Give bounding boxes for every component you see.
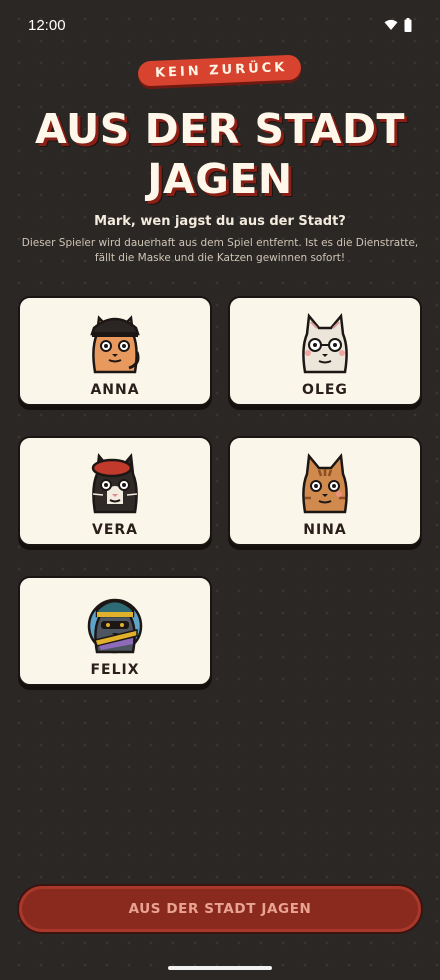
- status-time: 12:00: [28, 16, 66, 34]
- player-card-nina[interactable]: NINA: [228, 436, 422, 546]
- status-bar: 12:00: [0, 0, 440, 50]
- player-card-felix[interactable]: FELIX: [18, 576, 212, 686]
- player-name: OLEG: [302, 382, 348, 398]
- cat-grey-beanie-icon: [87, 598, 143, 654]
- prompt-question: Mark, wen jagst du aus der Stadt?: [94, 214, 346, 229]
- wifi-icon: [384, 19, 398, 30]
- cat-black-beret-icon: [91, 452, 138, 514]
- badge-wrap: KEIN ZURÜCK: [0, 54, 440, 87]
- cat-black-cap-icon: [90, 315, 140, 374]
- cat-tabby-icon: [302, 452, 348, 514]
- player-name: ANNA: [90, 382, 140, 398]
- status-icons: [384, 18, 412, 32]
- player-card-anna[interactable]: ANNA: [18, 296, 212, 406]
- player-name: VERA: [91, 522, 138, 538]
- no-return-badge: KEIN ZURÜCK: [137, 54, 303, 87]
- player-name: NINA: [303, 522, 347, 538]
- home-indicator[interactable]: [168, 966, 272, 970]
- player-name: FELIX: [90, 662, 140, 678]
- player-card-oleg[interactable]: OLEG: [228, 296, 422, 406]
- battery-icon: [404, 18, 412, 32]
- player-card-vera[interactable]: VERA: [18, 436, 212, 546]
- page-title: AUS DER STADT JAGEN: [0, 104, 440, 204]
- banish-button[interactable]: AUS DER STADT JAGEN: [17, 884, 423, 934]
- title-line-2: JAGEN: [147, 155, 293, 203]
- player-grid: ANNA OLEG VERA NINA FELIX: [18, 296, 422, 686]
- prompt-description: Dieser Spieler wird dauerhaft aus dem Sp…: [21, 237, 419, 264]
- title-line-1: AUS DER STADT: [35, 105, 405, 153]
- cat-white-glasses-icon: [302, 312, 348, 374]
